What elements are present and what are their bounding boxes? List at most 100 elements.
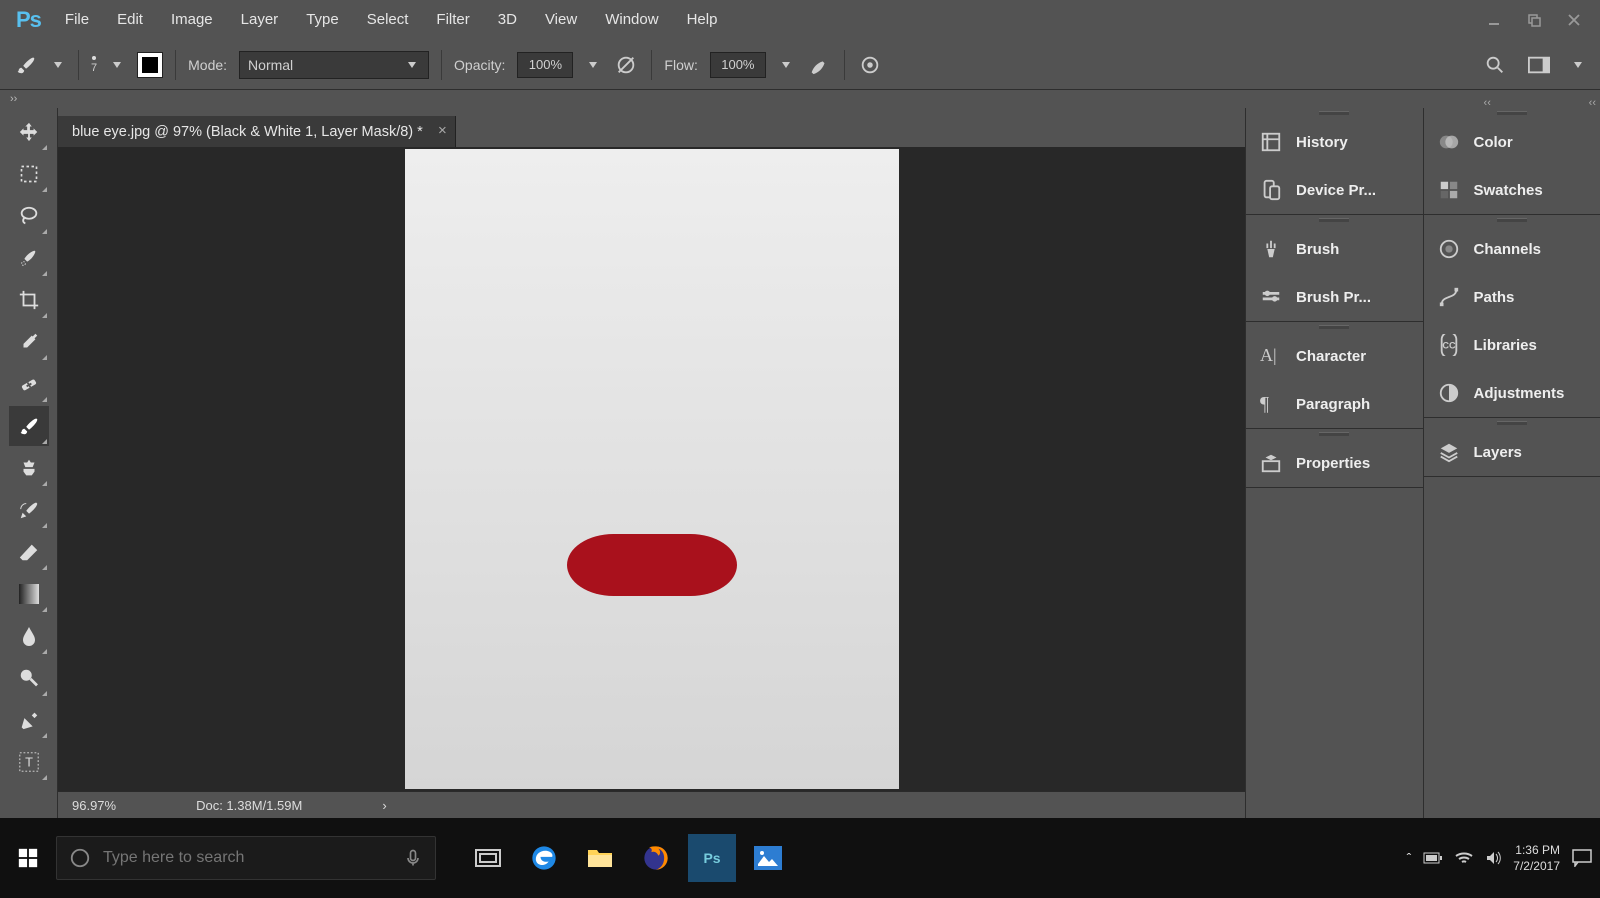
tray-chevron-icon[interactable]: ˆ [1407,850,1412,866]
menu-3d[interactable]: 3D [484,0,531,40]
flow-dropdown[interactable] [782,62,790,68]
file-explorer-icon[interactable] [576,834,624,882]
clock-date: 7/2/2017 [1513,858,1560,874]
taskbar-search[interactable] [56,836,436,880]
airbrush-icon[interactable] [806,52,832,78]
panel-color[interactable]: Color [1424,118,1600,166]
panel-swatches[interactable]: Swatches [1424,166,1600,214]
panel-brush-presets[interactable]: Brush Pr... [1246,273,1423,321]
blend-mode-value: Normal [248,57,293,73]
dodge-tool[interactable] [9,658,49,698]
move-tool[interactable] [9,112,49,152]
panel-dock: History Device Pr... Brush Brush Pr... A… [1245,108,1600,818]
document-tab[interactable]: blue eye.jpg @ 97% (Black & White 1, Lay… [58,116,456,147]
close-button[interactable] [1554,0,1594,40]
type-tool[interactable]: T [9,742,49,782]
taskbar-clock[interactable]: 1:36 PM 7/2/2017 [1513,842,1560,874]
menu-edit[interactable]: Edit [103,0,157,40]
brush-size-value: 7 [91,62,97,74]
photoshop-taskbar-icon[interactable]: Ps [688,834,736,882]
clone-stamp-tool[interactable] [9,448,49,488]
menu-select[interactable]: Select [353,0,423,40]
search-input[interactable] [103,849,391,867]
quick-select-tool[interactable] [9,238,49,278]
toolbox: T [0,108,58,818]
eraser-tool[interactable] [9,532,49,572]
marquee-tool[interactable] [9,154,49,194]
mode-label: Mode: [188,57,227,73]
minimize-button[interactable] [1474,0,1514,40]
document-tab-bar: blue eye.jpg @ 97% (Black & White 1, Lay… [58,108,1245,147]
pressure-opacity-icon[interactable] [613,52,639,78]
menu-filter[interactable]: Filter [422,0,483,40]
status-flyout-icon[interactable]: › [382,798,386,813]
current-tool-brush-icon[interactable] [14,53,38,77]
opacity-value[interactable]: 100% [517,52,573,78]
menubar: Ps File Edit Image Layer Type Select Fil… [0,0,1600,40]
windows-taskbar: Ps ˆ 1:36 PM 7/2/2017 [0,818,1600,898]
healing-brush-tool[interactable] [9,364,49,404]
history-brush-tool[interactable] [9,490,49,530]
blend-mode-select[interactable]: Normal [239,51,429,79]
workspace-dropdown[interactable] [1574,62,1582,68]
brush-size-preview[interactable]: 7 [91,56,97,74]
action-center-icon[interactable] [1572,849,1592,867]
canvas-area[interactable] [58,147,1245,791]
close-tab-icon[interactable]: × [438,122,447,139]
workspace-switcher-icon[interactable] [1526,52,1552,78]
svg-text:CC: CC [1442,341,1456,351]
panel-paragraph[interactable]: ¶Paragraph [1246,380,1423,428]
pen-tool[interactable] [9,700,49,740]
opacity-dropdown[interactable] [589,62,597,68]
menu-view[interactable]: View [531,0,591,40]
menu-image[interactable]: Image [157,0,227,40]
search-icon[interactable] [1482,52,1508,78]
clock-time: 1:36 PM [1513,842,1560,858]
gradient-tool[interactable] [9,574,49,614]
zoom-value[interactable]: 96.97% [72,798,116,813]
panel-channels[interactable]: Channels [1424,225,1600,273]
red-lips-shape [567,534,737,596]
menu-layer[interactable]: Layer [227,0,293,40]
menu-type[interactable]: Type [292,0,353,40]
photos-app-icon[interactable] [744,834,792,882]
menu-window[interactable]: Window [591,0,672,40]
expand-toolbox-icon[interactable]: ›› [10,93,17,105]
panel-brush[interactable]: Brush [1246,225,1423,273]
battery-icon[interactable] [1423,851,1443,865]
panel-layers[interactable]: Layers [1424,428,1600,476]
brush-size-dropdown[interactable] [113,62,121,68]
panel-libraries[interactable]: CCLibraries [1424,321,1600,369]
panel-properties[interactable]: Properties [1246,439,1423,487]
tool-preset-dropdown[interactable] [54,62,62,68]
maximize-button[interactable] [1514,0,1554,40]
app-logo: Ps [6,7,51,33]
wifi-icon[interactable] [1455,851,1473,865]
volume-icon[interactable] [1485,850,1501,866]
start-button[interactable] [2,832,54,884]
options-bar: 7 Mode: Normal Opacity: 100% Flow: 100% [0,40,1600,90]
eyedropper-tool[interactable] [9,322,49,362]
panel-adjustments[interactable]: Adjustments [1424,369,1600,417]
lasso-tool[interactable] [9,196,49,236]
firefox-icon[interactable] [632,834,680,882]
doc-info[interactable]: Doc: 1.38M/1.59M [196,798,302,813]
collapse-panels-icon[interactable]: ‹‹ ‹‹ [1484,97,1596,109]
flow-value[interactable]: 100% [710,52,766,78]
brush-panel-toggle-icon[interactable] [137,52,163,78]
panel-paths[interactable]: Paths [1424,273,1600,321]
pressure-size-icon[interactable] [857,52,883,78]
blur-tool[interactable] [9,616,49,656]
edge-browser-icon[interactable] [520,834,568,882]
opacity-label: Opacity: [454,57,505,73]
brush-tool[interactable] [9,406,49,446]
menu-help[interactable]: Help [673,0,732,40]
panel-character[interactable]: A|Character [1246,332,1423,380]
collapse-row: ›› [0,90,1600,108]
panel-device-preview[interactable]: Device Pr... [1246,166,1423,214]
status-bar: 96.97% Doc: 1.38M/1.59M › [58,791,1245,818]
task-view-icon[interactable] [464,834,512,882]
panel-history[interactable]: History [1246,118,1423,166]
crop-tool[interactable] [9,280,49,320]
menu-file[interactable]: File [51,0,103,40]
